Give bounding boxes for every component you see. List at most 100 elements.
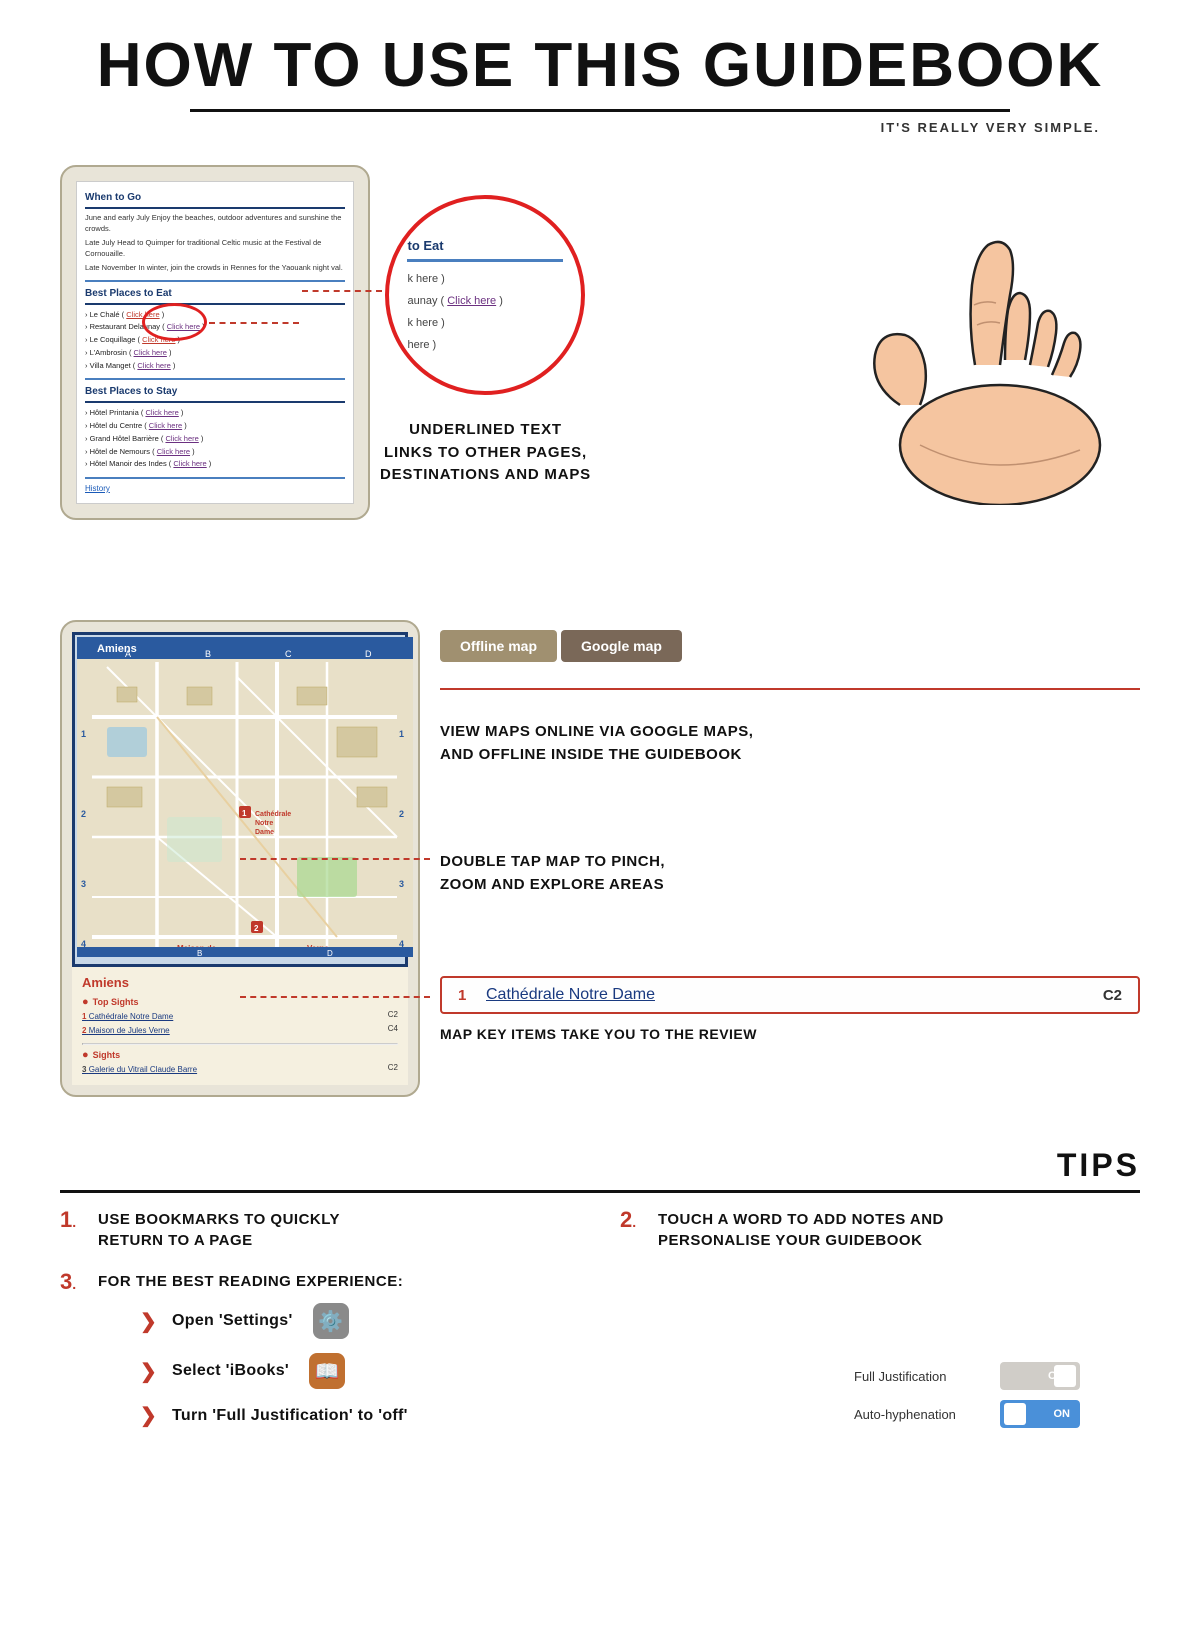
key-dotline xyxy=(240,996,430,998)
eat-item-4: › L'Ambrosin ( Click here ) xyxy=(85,347,345,360)
map-right-panel: Offline map Google map VIEW MAPS ONLINE … xyxy=(440,620,1140,1042)
doubletap-section: DOUBLE TAP MAP TO PINCH,ZOOM AND EXPLORE… xyxy=(440,846,1140,896)
tip3-num: 3. xyxy=(60,1271,90,1293)
phone-mockup-links: When to Go June and early July Enjoy the… xyxy=(60,165,370,520)
tip3-label: FOR THE BEST READING EXPERIENCE: xyxy=(98,1271,403,1292)
toggle-knob-2 xyxy=(1004,1403,1026,1425)
settings-icon: ⚙️ xyxy=(313,1303,349,1339)
stay-link-2[interactable]: Click here xyxy=(149,421,182,430)
tip-item-2: 2. TOUCH A WORD TO ADD NOTES ANDPERSONAL… xyxy=(620,1209,1140,1251)
svg-text:3: 3 xyxy=(81,879,86,889)
svg-text:C: C xyxy=(285,649,292,659)
tip3-arrow-3: ❯ xyxy=(140,1403,160,1428)
tip3-step-text-1: Open 'Settings' xyxy=(172,1312,293,1330)
eat-item-1: › Le Chalé ( Click here ) xyxy=(85,309,345,322)
stay-link-4[interactable]: Click here xyxy=(157,447,190,456)
when-to-go-text2: Late July Head to Quimper for traditiona… xyxy=(85,238,345,259)
zoom-bubble-item1: k here ) xyxy=(407,268,563,290)
map-key-coord: C2 xyxy=(1103,987,1122,1004)
svg-text:1: 1 xyxy=(242,809,247,818)
tip-text-1: USE BOOKMARKS TO QUICKLYRETURN TO A PAGE xyxy=(98,1209,340,1251)
hand-svg xyxy=(820,165,1160,505)
legend-item-1: 1 Cathédrale Notre Dame C2 xyxy=(82,1010,398,1024)
tip3-section: 3. FOR THE BEST READING EXPERIENCE: ❯ Op… xyxy=(0,1271,1200,1428)
svg-text:B: B xyxy=(205,649,211,659)
when-to-go-title: When to Go xyxy=(85,190,345,209)
tip3-step-text-3: Turn 'Full Justification' to 'off' xyxy=(172,1407,408,1425)
tip3-arrow-1: ❯ xyxy=(140,1309,160,1334)
page-title: HOW TO USE THIS GUIDEBOOK xyxy=(40,30,1160,101)
svg-text:Dame: Dame xyxy=(255,829,274,836)
key-box-wrapper: 1 Cathédrale Notre Dame C2 xyxy=(440,976,1140,1014)
tip-num-2: 2. xyxy=(620,1209,650,1231)
dotted-line-to-bubble xyxy=(302,290,382,292)
google-map-button[interactable]: Google map xyxy=(561,630,682,662)
svg-text:1: 1 xyxy=(399,729,404,739)
svg-text:B: B xyxy=(197,949,202,957)
stay-link-1[interactable]: Click here xyxy=(145,408,178,417)
tip-text-2: TOUCH A WORD TO ADD NOTES ANDPERSONALISE… xyxy=(658,1209,944,1251)
history-link[interactable]: History xyxy=(85,483,345,495)
doubletap-text: DOUBLE TAP MAP TO PINCH,ZOOM AND EXPLORE… xyxy=(440,851,1140,896)
header-divider xyxy=(190,109,1010,112)
map-key-box[interactable]: 1 Cathédrale Notre Dame C2 xyxy=(440,976,1140,1014)
svg-text:A: A xyxy=(125,649,131,659)
eat-item-5: › Villa Manget ( Click here ) xyxy=(85,360,345,373)
tip3-header: 3. FOR THE BEST READING EXPERIENCE: xyxy=(60,1271,1140,1293)
map-key-section: 1 Cathédrale Notre Dame C2 MAP KEY ITEMS… xyxy=(440,956,1140,1042)
zoom-bubble-title: to Eat xyxy=(407,234,563,262)
best-eat-title: Best Places to Eat xyxy=(85,286,345,305)
tips-divider xyxy=(60,1190,1140,1193)
svg-text:2: 2 xyxy=(254,924,259,933)
tip3-step-text-2: Select 'iBooks' xyxy=(172,1362,289,1380)
toggles-area: Full Justification OFF Auto-hyphenation … xyxy=(854,1362,1080,1438)
zoom-bubble-item3: k here ) xyxy=(407,312,563,334)
map-key-name[interactable]: Cathédrale Notre Dame xyxy=(486,986,1095,1004)
zoom-bubble-item2: aunay ( Click here ) xyxy=(407,290,563,312)
zoom-bubble: to Eat k here ) aunay ( Click here ) k h… xyxy=(385,195,585,395)
svg-text:D: D xyxy=(365,649,372,659)
map-desc-1: VIEW MAPS ONLINE VIA GOOGLE MAPS,AND OFF… xyxy=(440,721,1140,766)
legend-item-3: 3 Galerie du Vitrail Claude Barre C2 xyxy=(82,1063,398,1077)
svg-text:1: 1 xyxy=(81,729,86,739)
offline-map-button[interactable]: Offline map xyxy=(440,630,557,662)
map-image-container: Amiens A B C D 1 2 3 4 1 2 3 4 xyxy=(72,632,408,967)
svg-text:D: D xyxy=(327,949,333,957)
map-svg: Amiens A B C D 1 2 3 4 1 2 3 4 xyxy=(77,637,413,957)
legend-item-2: 2 Maison de Jules Verne C4 xyxy=(82,1024,398,1038)
tip-num-1: 1. xyxy=(60,1209,90,1231)
map-desc-divider xyxy=(440,688,1140,690)
stay-link-5[interactable]: Click here xyxy=(173,459,206,468)
eat-link-4[interactable]: Click here xyxy=(134,348,167,357)
zoom-bubble-item4: here ) xyxy=(407,334,563,356)
stay-item-2: › Hôtel du Centre ( Click here ) xyxy=(85,420,345,433)
toggle-knob-1 xyxy=(1054,1365,1076,1387)
tip-item-1: 1. USE BOOKMARKS TO QUICKLYRETURN TO A P… xyxy=(60,1209,580,1251)
eat-link-5[interactable]: Click here xyxy=(137,361,170,370)
ibooks-icon: 📖 xyxy=(309,1353,345,1389)
tip3-step-1: ❯ Open 'Settings' ⚙️ xyxy=(140,1303,1140,1339)
tips-header: TIPS xyxy=(60,1147,1140,1184)
toggle-switch-2[interactable]: ON xyxy=(1000,1400,1080,1428)
svg-text:Cathédrale: Cathédrale xyxy=(255,811,291,818)
tips-grid: 1. USE BOOKMARKS TO QUICKLYRETURN TO A P… xyxy=(60,1209,1140,1251)
toggle-label-2: Auto-hyphenation xyxy=(854,1407,984,1422)
underlined-text-description: UNDERLINED TEXT LINKS TO OTHER PAGES, DE… xyxy=(380,419,591,487)
toggle-switch-1[interactable]: OFF xyxy=(1000,1362,1080,1390)
toggle-label-1: Full Justification xyxy=(854,1369,984,1384)
svg-text:Notre: Notre xyxy=(255,820,273,827)
stay-link-3[interactable]: Click here xyxy=(165,434,198,443)
page-header: HOW TO USE THIS GUIDEBOOK IT'S REALLY VE… xyxy=(0,0,1200,145)
stay-item-1: › Hôtel Printania ( Click here ) xyxy=(85,407,345,420)
zoom-area: to Eat k here ) aunay ( Click here ) k h… xyxy=(380,195,591,487)
highlight-circle xyxy=(142,303,207,341)
map-legend-area: Amiens ● Top Sights 1 Cathédrale Notre D… xyxy=(72,967,408,1085)
toggle-row-2: Auto-hyphenation ON xyxy=(854,1400,1080,1428)
dotted-line-horizontal xyxy=(209,322,299,324)
phone-screen: When to Go June and early July Enjoy the… xyxy=(76,181,354,504)
zoom-link-1[interactable]: Click here xyxy=(447,295,496,307)
when-to-go-text1: June and early July Enjoy the beaches, o… xyxy=(85,213,345,234)
tips-title: TIPS xyxy=(60,1147,1140,1184)
section2-maps: Amiens A B C D 1 2 3 4 1 2 3 4 xyxy=(0,590,1200,1107)
section1-links: When to Go June and early July Enjoy the… xyxy=(0,145,1200,530)
